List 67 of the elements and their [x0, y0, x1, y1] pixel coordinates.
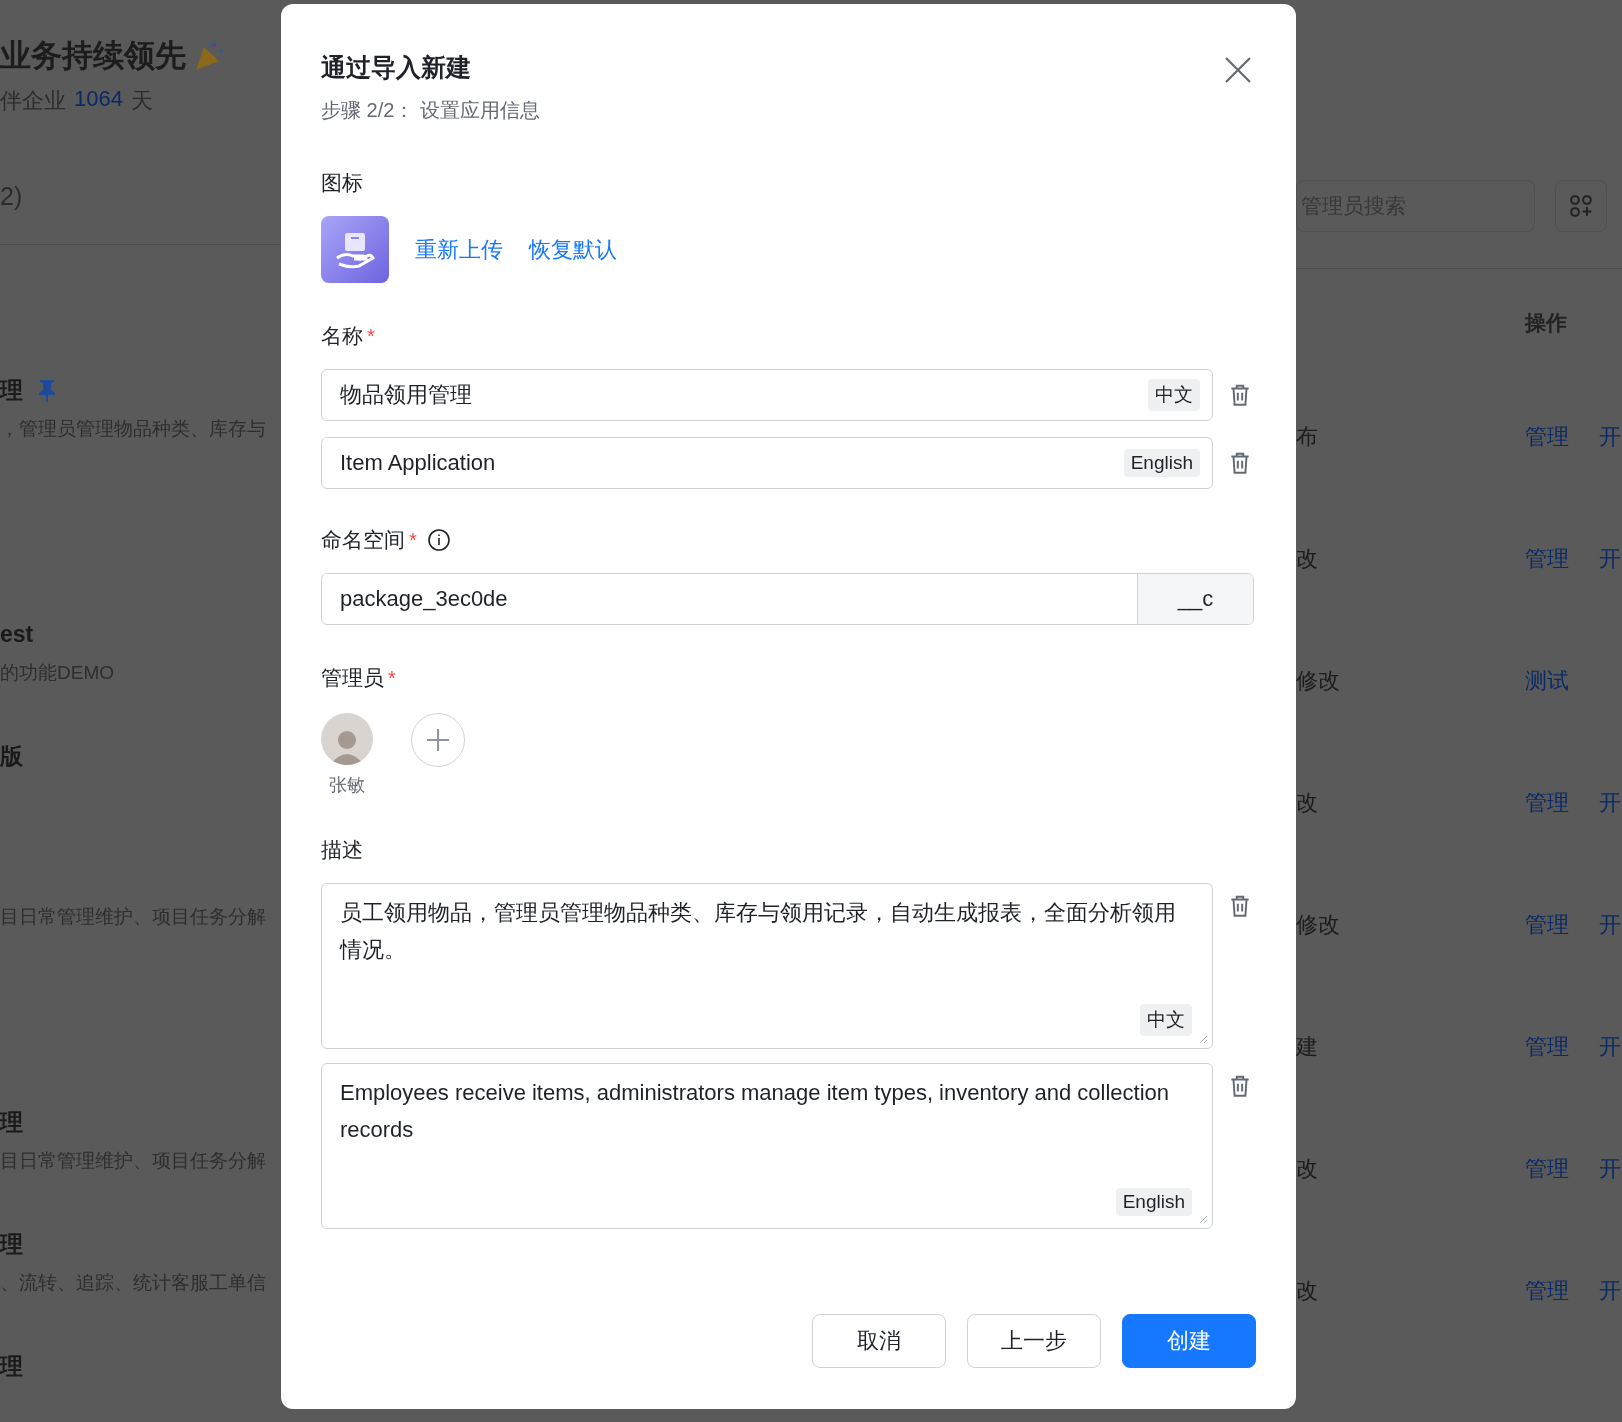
day-count: 1064 [74, 86, 123, 113]
field-label: 名称 [321, 323, 363, 349]
avatar [321, 713, 373, 765]
create-button[interactable]: 创建 [1122, 1314, 1256, 1368]
admin-name: 张敏 [329, 774, 365, 797]
action-link[interactable]: 开 [1599, 1154, 1621, 1184]
resize-handle-icon[interactable] [1198, 1034, 1208, 1044]
status-text: 修改 [1296, 911, 1341, 939]
namespace-input[interactable]: package_3ec0de __c [321, 573, 1254, 625]
status-text: 改 [1296, 789, 1319, 817]
add-admin-button[interactable] [411, 713, 465, 767]
action-link[interactable]: 开 [1599, 1276, 1621, 1306]
action-link[interactable]: 开 [1599, 544, 1621, 574]
action-link[interactable]: 管理 [1525, 422, 1569, 452]
field-label: 描述 [321, 837, 363, 863]
app-name[interactable]: 理 [0, 1350, 23, 1382]
required-mark: * [367, 324, 375, 348]
action-link[interactable]: 开 [1599, 1032, 1621, 1062]
status-text: 布 [1296, 423, 1319, 451]
status-text: 改 [1296, 1277, 1319, 1305]
header-title: 业务持续领先 [0, 37, 186, 75]
status-text: 改 [1296, 1155, 1319, 1183]
action-link[interactable]: 开 [1599, 788, 1621, 818]
status-text: 改 [1296, 545, 1319, 573]
status-text: 修改 [1296, 667, 1341, 695]
action-link[interactable]: 管理 [1525, 788, 1569, 818]
action-link[interactable]: 管理 [1525, 1276, 1569, 1306]
app-name[interactable]: 理 [0, 374, 23, 406]
language-tag: 中文 [1140, 1004, 1192, 1036]
status-text: 建 [1296, 1033, 1319, 1061]
field-label: 管理员 [321, 665, 384, 691]
app-icon [321, 216, 389, 283]
resize-handle-icon[interactable] [1198, 1214, 1208, 1224]
app-name[interactable]: 理 [0, 1228, 23, 1260]
language-tag: English [1115, 1188, 1192, 1216]
action-link[interactable]: 管理 [1525, 1032, 1569, 1062]
app-name[interactable]: 版 [0, 740, 23, 772]
app-name[interactable]: 理 [0, 1106, 23, 1138]
plus-icon[interactable] [425, 727, 451, 753]
name-input[interactable]: Item Application English [321, 437, 1213, 489]
description-input[interactable]: Employees receive items, administrators manage item types, inventory and collection records English [321, 1063, 1213, 1229]
action-link[interactable]: 测试 [1525, 666, 1569, 696]
description-input[interactable]: 员工领用物品，管理员管理物品种类、库存与领用记录，自动生成报表，全面分析领用情况。 中文 [321, 883, 1213, 1049]
dialog-title: 通过导入新建 [321, 52, 472, 83]
info-icon[interactable] [426, 528, 451, 552]
icon-action-link[interactable]: 恢复默认 [529, 234, 617, 265]
required-mark: * [388, 666, 396, 690]
action-link[interactable]: 开 [1599, 422, 1621, 452]
action-link[interactable]: 管理 [1525, 544, 1569, 574]
grid-plus-icon[interactable] [1568, 193, 1594, 219]
action-link[interactable]: 开 [1599, 910, 1621, 940]
icon-action-link[interactable]: 重新上传 [415, 234, 503, 265]
app-name[interactable]: est [0, 620, 34, 648]
name-input[interactable]: 物品领用管理 中文 [321, 369, 1213, 421]
dialog-button[interactable]: 上一步 [967, 1314, 1101, 1368]
required-mark: * [409, 528, 417, 552]
step-subtitle: 步骤 2/2： 设置应用信息 [321, 98, 540, 123]
add-app-button[interactable] [1555, 180, 1607, 232]
namespace-suffix: __c [1137, 574, 1253, 624]
dialog-button[interactable]: 取消 [812, 1314, 946, 1368]
action-link[interactable]: 管理 [1525, 910, 1569, 940]
field-label: 图标 [321, 170, 363, 196]
column-header: 操作 [1525, 309, 1567, 336]
field-label: 命名空间 [321, 527, 405, 553]
action-link[interactable]: 管理 [1525, 1154, 1569, 1184]
language-tag: 中文 [1148, 379, 1200, 411]
language-tag: English [1123, 449, 1200, 477]
